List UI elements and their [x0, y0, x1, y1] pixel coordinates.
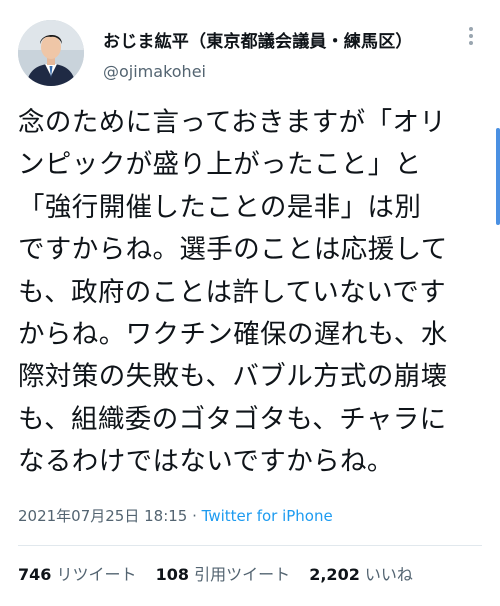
tweet-text-line: ンピックが盛り上がったこと」と	[18, 149, 422, 181]
more-vertical-icon[interactable]	[460, 25, 482, 47]
likes-count: 2,202	[309, 565, 360, 584]
quotes-label: 引用ツイート	[194, 565, 291, 584]
meta-separator: ·	[187, 507, 202, 525]
more-dot	[469, 41, 473, 45]
tweet-text-line: 際対策の失敗も、バブル方式の崩壊	[18, 361, 448, 393]
tweet-stats: 746 リツイート 108 引用ツイート 2,202 いいね	[18, 561, 427, 585]
tweet-timestamp[interactable]: 2021年07月25日 18:15	[18, 507, 187, 525]
avatar[interactable]	[18, 20, 84, 86]
tweet: おじま紘平（東京都議会議員・練馬区） @ojimakohei 念のために言ってお…	[0, 0, 500, 606]
likes-label: いいね	[364, 565, 413, 584]
more-dot	[469, 34, 473, 38]
tweet-text-line: ですからね。選手のことは応援して	[18, 234, 448, 266]
tweet-text-line: 念のために言っておきますが「オリ	[18, 107, 447, 138]
retweets-stat[interactable]: 746 リツイート	[18, 565, 137, 584]
tweet-text-line: も、組織委のゴタゴタも、チャラに	[18, 403, 447, 435]
quotes-count: 108	[155, 565, 190, 584]
divider	[18, 545, 482, 546]
scrollbar-thumb[interactable]	[496, 128, 500, 225]
likes-stat[interactable]: 2,202 いいね	[309, 565, 413, 584]
tweet-meta: 2021年07月25日 18:15 · Twitter for iPhone	[18, 505, 333, 526]
quotes-stat[interactable]: 108 引用ツイート	[156, 565, 291, 584]
more-dot	[469, 27, 473, 31]
tweet-text: 念のために言っておきますが「オリ ンピックが盛り上がったこと」と 「強行開催した…	[18, 102, 480, 484]
tweet-text-line: からね。ワクチン確保の遅れも、水	[18, 319, 448, 351]
tweet-text-line: なるわけではないですからね。	[18, 446, 394, 478]
tweet-source-link[interactable]: Twitter for iPhone	[202, 507, 333, 525]
user-handle[interactable]: @ojimakohei	[103, 62, 206, 81]
avatar-photo-icon	[18, 20, 84, 86]
tweet-text-line: 「強行開催したことの是非」は別	[18, 191, 422, 223]
display-name[interactable]: おじま紘平（東京都議会議員・練馬区）	[103, 27, 413, 52]
tweet-text-line: も、政府のことは許していないです	[18, 276, 447, 308]
retweets-count: 746	[18, 565, 52, 584]
retweets-label: リツイート	[56, 565, 137, 584]
